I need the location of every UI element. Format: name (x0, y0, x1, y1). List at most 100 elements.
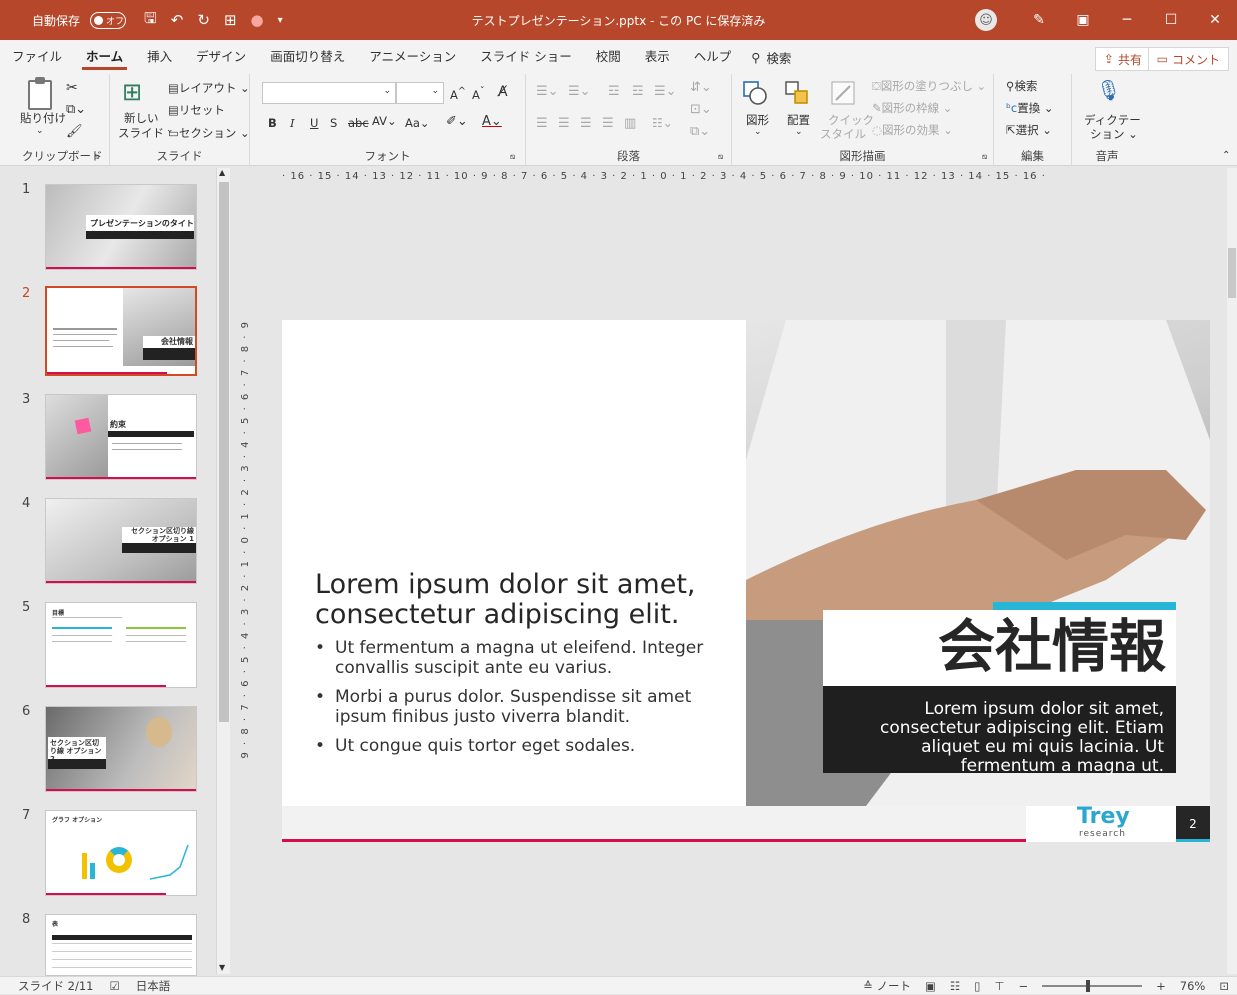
section-button[interactable]: ▭セクション ⌄ (168, 125, 250, 141)
font-dialog-icon[interactable]: ⧅ (510, 152, 515, 162)
slide-thumbnail-2[interactable]: 会社情報 (45, 286, 197, 376)
ribbon-display-icon[interactable]: ▣ (1061, 0, 1105, 40)
justify-icon[interactable]: ☰ (602, 116, 614, 131)
font-name-combo[interactable]: ⌄ (262, 82, 396, 104)
slide-thumbnail-7[interactable]: グラフ オプション (45, 810, 197, 896)
arrange-dropdown-icon[interactable]: ⌄ (795, 127, 803, 137)
decrease-indent-icon[interactable]: ☲ (608, 84, 620, 99)
slide-bullet-list[interactable]: Ut fermentum a magna ut eleifend. Intege… (315, 638, 735, 765)
bullet-item[interactable]: Ut fermentum a magna ut eleifend. Intege… (315, 638, 735, 678)
microphone-icon[interactable]: 🎙 (1096, 78, 1121, 102)
line-spacing-icon[interactable]: ☰⌄ (654, 84, 677, 99)
italic-button[interactable]: I (290, 116, 295, 130)
select-button[interactable]: ⇱選択 ⌄ (1006, 122, 1052, 138)
zoom-slider-knob[interactable] (1086, 980, 1091, 992)
align-text-icon[interactable]: ⊡⌄ (690, 102, 712, 117)
slide-thumbnail-4[interactable]: セクション区切り線 オプション 1 (45, 498, 197, 584)
slide-thumbnail-8[interactable]: 表 (45, 914, 197, 976)
tab-view[interactable]: 表示 (633, 40, 682, 74)
zoom-slider[interactable] (1042, 980, 1143, 992)
tab-home[interactable]: ホーム (74, 40, 135, 74)
maximize-button[interactable]: ☐ (1149, 0, 1193, 40)
save-icon[interactable]: 🖫 (144, 8, 157, 33)
font-color-icon[interactable]: A⌄ (482, 114, 502, 129)
shadow-button[interactable]: S (330, 116, 337, 130)
scroll-up-icon[interactable]: ▲ (219, 168, 225, 177)
thumbnails-scroll-thumb[interactable] (219, 182, 229, 722)
language-indicator[interactable]: 日本語 (136, 978, 171, 994)
spellcheck-icon[interactable]: ☑ (109, 979, 119, 993)
arrange-icon[interactable] (784, 80, 810, 106)
tab-insert[interactable]: 挿入 (135, 40, 184, 74)
shrink-font-icon[interactable]: Aˇ (472, 86, 485, 102)
format-painter-icon[interactable]: 🖌 (66, 124, 83, 139)
comment-button[interactable]: ▭ コメント (1147, 47, 1229, 71)
tab-help[interactable]: ヘルプ (682, 40, 744, 74)
tab-review[interactable]: 校閲 (584, 40, 633, 74)
columns-icon[interactable]: ☷⌄ (652, 116, 673, 130)
quick-styles-icon[interactable] (830, 80, 856, 106)
slide-thumbnail-6[interactable]: セクション区切り線 オプション 2 (45, 706, 197, 792)
new-slide-label-1[interactable]: 新しい (124, 110, 159, 126)
editor-scrollbar[interactable] (1227, 168, 1237, 974)
shapes-dropdown-icon[interactable]: ⌄ (754, 127, 762, 137)
bold-button[interactable]: B (268, 116, 277, 130)
tab-transitions[interactable]: 画面切り替え (258, 40, 357, 74)
slide-thumbnail-5[interactable]: 目標 (45, 602, 197, 688)
notes-button[interactable]: ≙ ノート (863, 978, 911, 994)
layout-button[interactable]: ▤レイアウト ⌄ (168, 80, 250, 96)
zoom-in-button[interactable]: + (1156, 979, 1166, 993)
change-case-button[interactable]: Aa⌄ (405, 116, 430, 130)
autosave-toggle[interactable]: オフ (90, 11, 127, 29)
new-slide-label-2[interactable]: スライド (118, 125, 164, 141)
shapes-icon[interactable] (742, 80, 768, 106)
tab-design[interactable]: デザイン (184, 40, 258, 74)
cut-icon[interactable]: ✂ (66, 80, 78, 96)
slide-title[interactable]: Lorem ipsum dolor sit amet, consectetur … (315, 570, 735, 630)
new-slide-icon[interactable]: ⊞ (122, 78, 142, 106)
shape-fill-button[interactable]: ⛋図形の塗りつぶし ⌄ (872, 78, 986, 94)
align-center-icon[interactable]: ☰ (558, 116, 570, 131)
reset-button[interactable]: ▤リセット (168, 102, 225, 118)
bullet-item[interactable]: Morbi a purus dolor. Suspendisse sit ame… (315, 687, 735, 727)
drawing-dialog-icon[interactable]: ⧅ (982, 152, 987, 162)
redo-icon[interactable]: ↻ (197, 11, 210, 29)
shape-effects-button[interactable]: ◌図形の効果 ⌄ (872, 122, 953, 138)
replace-button[interactable]: ᵇc置換 ⌄ (1006, 100, 1054, 116)
tab-file[interactable]: ファイル (0, 40, 74, 74)
company-description[interactable]: Lorem ipsum dolor sit amet, consectetur … (834, 700, 1164, 776)
paste-icon[interactable] (28, 77, 52, 110)
pen-icon[interactable]: ✎ (1017, 0, 1061, 40)
editor-scroll-thumb[interactable] (1228, 248, 1236, 298)
slide-thumbnail-3[interactable]: 約束 (45, 394, 197, 480)
record-icon[interactable]: ● (251, 11, 264, 29)
copy-icon[interactable]: ⧉⌄ (66, 102, 86, 117)
distributed-icon[interactable]: ▥ (624, 116, 636, 131)
undo-icon[interactable]: ↶ (171, 11, 184, 29)
tab-slideshow[interactable]: スライド ショー (468, 40, 583, 74)
bullets-icon[interactable]: ☰⌄ (536, 84, 559, 99)
grow-font-icon[interactable]: A^ (450, 86, 466, 102)
slide-canvas[interactable]: Lorem ipsum dolor sit amet, consectetur … (282, 320, 1210, 842)
align-right-icon[interactable]: ☰ (580, 116, 592, 131)
increase-indent-icon[interactable]: ☲ (632, 84, 644, 99)
zoom-out-button[interactable]: − (1019, 979, 1029, 993)
strikethrough-button[interactable]: abc (348, 116, 369, 130)
slide-thumbnail-1[interactable]: プレゼンテーションのタイトル (45, 184, 197, 270)
share-button[interactable]: ⇪ 共有 (1094, 47, 1151, 71)
highlight-icon[interactable]: ✐⌄ (446, 114, 468, 129)
dialog-launcher-icon[interactable]: ⧅ (94, 152, 99, 162)
reading-view-icon[interactable]: ▯ (974, 979, 980, 993)
clear-format-icon[interactable]: A̸ (498, 84, 508, 100)
smartart-icon[interactable]: ⧉⌄ (690, 124, 710, 139)
thumbnails-scrollbar[interactable]: ▲ ▼ (216, 168, 230, 974)
customize-qat-icon[interactable]: ▾ (278, 15, 283, 26)
numbering-icon[interactable]: ☰⌄ (568, 84, 591, 99)
text-direction-icon[interactable]: ⇵⌄ (690, 80, 712, 95)
find-button[interactable]: ⚲検索 (1006, 78, 1037, 94)
underline-button[interactable]: U (310, 116, 318, 130)
search-box[interactable]: ⚲ 検索 (751, 48, 791, 67)
tab-animations[interactable]: アニメーション (357, 40, 468, 74)
scroll-down-icon[interactable]: ▼ (219, 963, 225, 972)
company-title[interactable]: 会社情報 (823, 612, 1166, 682)
